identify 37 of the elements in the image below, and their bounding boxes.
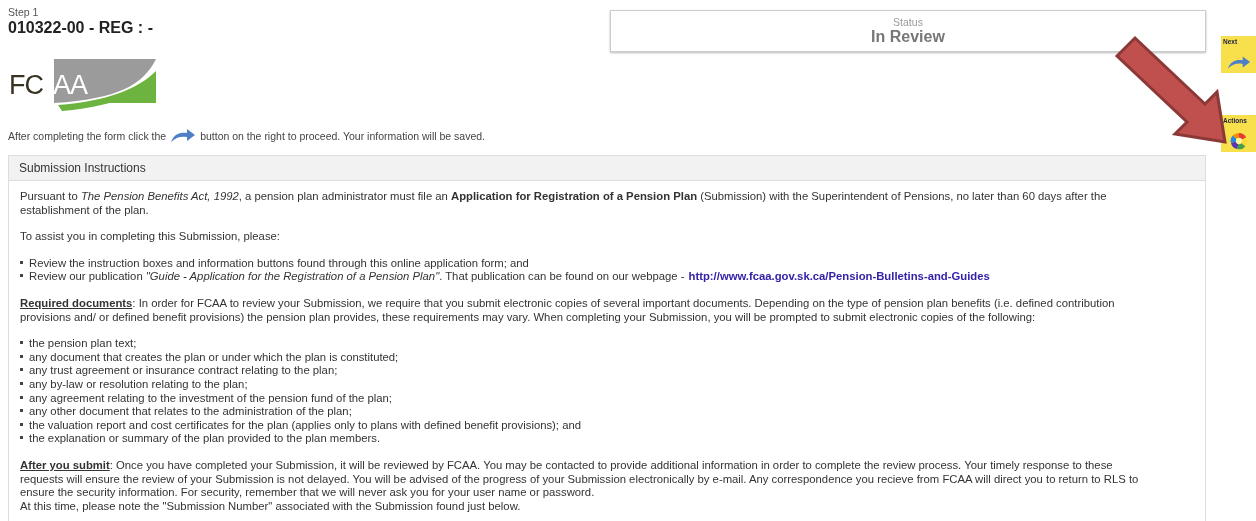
list-item: any trust agreement or insurance contract relating to the plan; xyxy=(29,364,338,378)
bullet-icon xyxy=(20,422,23,426)
paragraph: Required documents: In order for FCAA to review your Submission, we require that you submit electronic copies of several important documents. Depending on the type of pension plan benefits (i.e. defined contribution provisions and/ or defined benefit provisions) the pension plan provides, these requirements may vary. When completing your Submission, you will be prompted to submit electronic copies of the following: xyxy=(20,296,1116,325)
paragraph: After you submit: Once you have completed your Submission, it will be reviewed by FCAA. You may be contacted to provide additional information in order to complete the review process. Your timely response to these requests will ensure the review of your Submission is not delayed. You will be advised of the progress of your Submission electronically by e-mail. Any correspondence you recieve from FCAA will direct you to return to RLS to ensure the security information. For security, remember that we will never ask you for your user name or password. xyxy=(20,458,1140,500)
page-title: 010322-00 - REG : - xyxy=(8,19,153,37)
bullet-icon xyxy=(20,409,23,413)
paragraph: At this time, please note the "Submission Number" associated with the Submission found just below. xyxy=(20,499,522,514)
list-item: the valuation report and cost certificates for the plan (applies only to plans with defined benefit provisions); and xyxy=(29,418,581,433)
list-item: any by-law or resolution relating to the plan; xyxy=(29,377,248,392)
paragraph: Pursuant to The Pension Benefits Act, 1992, a pension plan administrator must file an Application for Registration of a Pension Plan (Submission) with the Superintendent of Pensions, no later than 60 days after the establishment of the plan. xyxy=(20,190,1108,218)
bullet-icon xyxy=(20,368,23,372)
webpage-link[interactable]: http://www.fcaa.gov.sk.ca/Pension-Bulletins-and-Guides xyxy=(688,270,990,283)
list-item: Review our publication "Guide - Application for the Registration of a Pension Plan". That publication can be found on our webpage - http://www.fcaa.gov.sk.ca/Pension-Bulletins-and-Guides xyxy=(29,270,990,284)
instruction-text: button on the right to proceed. Your information will be saved. xyxy=(200,130,485,142)
list-item: Review the instruction boxes and information buttons found through this online application form; and xyxy=(29,256,529,271)
bullet-icon xyxy=(20,260,23,264)
bullet-icon xyxy=(20,436,23,440)
instruction-text: After completing the form click the xyxy=(8,130,167,142)
status-value: In Review xyxy=(871,28,945,46)
list-item: the pension plan text; xyxy=(29,337,137,351)
list-item: the explanation or summary of the plan provided to the plan members. xyxy=(29,432,381,446)
curved-arrow-icon xyxy=(170,129,197,143)
curved-arrow-icon xyxy=(1226,55,1251,71)
fcaa-logo: FC AA xyxy=(8,57,158,113)
list-item: any agreement relating to the investment of the pension fund of the plan; xyxy=(29,391,392,406)
bullet-icon xyxy=(20,381,23,385)
paragraph: To assist you in completing this Submission, please: xyxy=(20,230,281,244)
color-wheel-icon xyxy=(1228,132,1249,150)
bullet-icon xyxy=(20,274,23,278)
list-item: any document that creates the plan or under which the plan is constituted; xyxy=(29,350,399,365)
list-item: any other document that relates to the administration of the plan; xyxy=(29,405,352,419)
step-label: Step 1 xyxy=(8,6,40,18)
panel-header: Submission Instructions xyxy=(9,156,1205,181)
bullet-icon xyxy=(20,354,23,358)
bullet-icon xyxy=(20,341,23,345)
status-label: Status xyxy=(893,16,923,28)
bullet-icon xyxy=(20,395,23,399)
